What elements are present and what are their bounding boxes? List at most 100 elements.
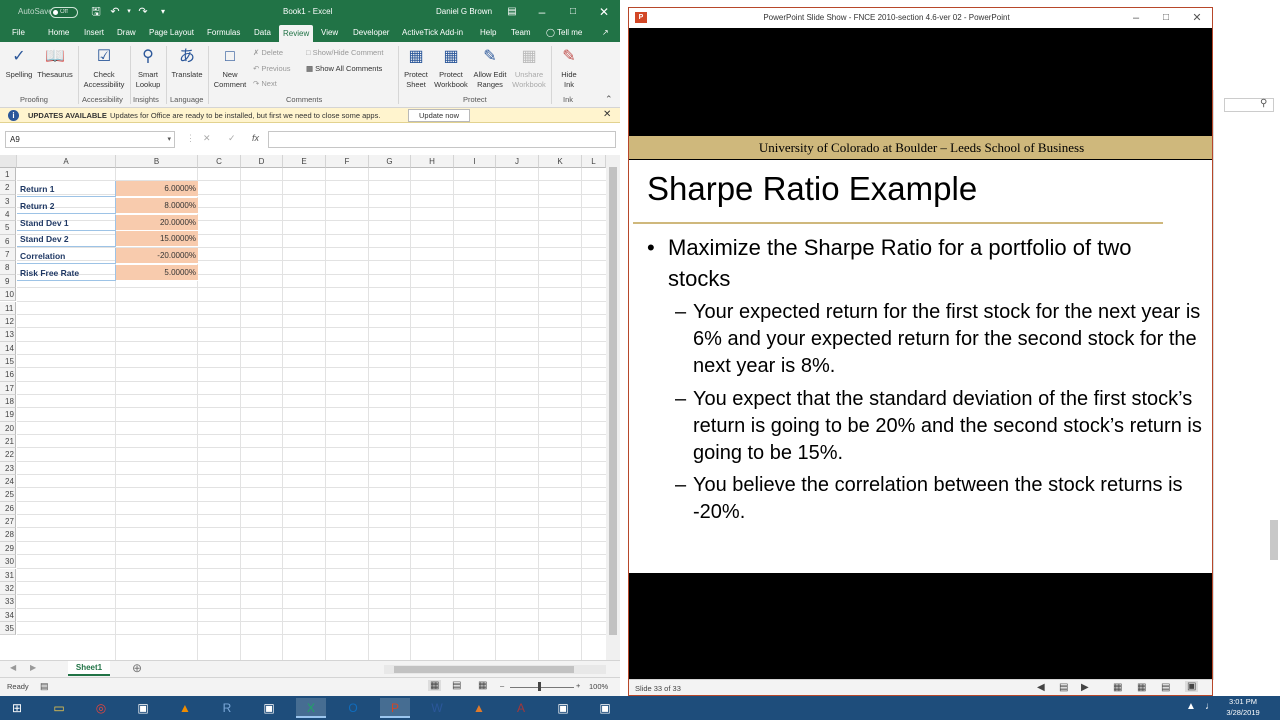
slide-show-icon[interactable]: ▣	[1185, 681, 1199, 692]
row-header[interactable]: 35	[0, 621, 16, 636]
hide-ink-button[interactable]: ✎ Hide Ink	[555, 46, 583, 90]
row-header[interactable]: 22	[0, 448, 16, 462]
column-header[interactable]: D	[241, 155, 283, 168]
row-header[interactable]: 34	[0, 608, 16, 622]
row-header[interactable]: 30	[0, 555, 16, 569]
page-break-view-icon[interactable]: ▦	[478, 680, 487, 691]
column-header[interactable]: L	[582, 155, 606, 168]
column-header[interactable]: C	[198, 155, 241, 168]
close-update-bar-icon[interactable]: ✕	[603, 109, 611, 120]
cell-value[interactable]: -20.0000%	[116, 248, 198, 264]
scroll-right-icon[interactable]: ▶	[30, 663, 36, 672]
cell-value[interactable]: 20.0000%	[116, 215, 198, 231]
cell-value[interactable]: 5.0000%	[116, 265, 198, 281]
protect-workbook-button[interactable]: ▦ Protect Workbook	[432, 46, 470, 90]
row-header[interactable]: 32	[0, 581, 16, 596]
row-header[interactable]: 20	[0, 421, 16, 435]
select-all-corner[interactable]	[0, 155, 17, 168]
protect-sheet-button[interactable]: ▦ Protect Sheet	[400, 46, 432, 90]
clock-time[interactable]: 3:01 PM	[1218, 697, 1268, 706]
row-header[interactable]: 26	[0, 501, 16, 516]
file-explorer-icon[interactable]: ▭	[44, 698, 74, 718]
horizontal-scroll-thumb[interactable]	[394, 666, 574, 673]
normal-view-icon[interactable]: ▦	[428, 680, 442, 691]
undo-icon[interactable]: ↶	[108, 5, 122, 19]
row-header[interactable]: 5	[0, 221, 16, 235]
new-sheet-icon[interactable]: ⊕	[132, 661, 142, 675]
row-header[interactable]: 3	[0, 194, 16, 209]
app-icon[interactable]: ▣	[128, 698, 158, 718]
app-icon[interactable]: ▣	[548, 698, 578, 718]
zoom-level[interactable]: 100%	[589, 682, 608, 691]
close-icon[interactable]: ✕	[1182, 8, 1212, 28]
worksheet-grid[interactable]: A B C D E F G H I J K L 1 2 3 4 5 6 7 8 9 10 11 12 1…	[0, 155, 606, 660]
tab-review[interactable]: Review	[279, 25, 313, 42]
previous-slide-icon[interactable]: ◀	[1037, 682, 1045, 693]
delete-comment-button[interactable]: ✗ Delete	[253, 48, 283, 58]
check-accessibility-button[interactable]: ☑ Check Accessibility	[80, 46, 128, 90]
redo-icon[interactable]: ↷	[136, 5, 150, 19]
ribbon-display-icon[interactable]: ▤	[497, 0, 527, 24]
matlab-icon[interactable]: ▲	[464, 698, 494, 718]
row-header[interactable]: 17	[0, 381, 16, 395]
column-header[interactable]: H	[411, 155, 454, 168]
sheet-tab[interactable]: Sheet1	[68, 661, 110, 676]
powerpoint-icon[interactable]: P	[380, 698, 410, 718]
cell-label[interactable]: Return 1	[17, 181, 116, 197]
row-header[interactable]: 13	[0, 328, 16, 342]
row-header[interactable]: 9	[0, 274, 16, 289]
normal-view-icon[interactable]: ▦	[1113, 682, 1122, 693]
thesaurus-button[interactable]: 📖 Thesaurus	[36, 46, 74, 80]
start-icon[interactable]: ⊞	[2, 698, 32, 718]
row-header[interactable]: 8	[0, 261, 16, 275]
new-comment-button[interactable]: □ New Comment	[210, 46, 250, 90]
cancel-icon[interactable]: ✕	[203, 133, 211, 144]
tab-insert[interactable]: Insert	[80, 24, 108, 42]
macro-record-icon[interactable]: ▤	[40, 681, 49, 692]
minimize-icon[interactable]: –	[1121, 8, 1151, 28]
tab-view[interactable]: View	[317, 24, 342, 42]
cell-value[interactable]: 6.0000%	[116, 181, 198, 197]
slide-menu-icon[interactable]: ▤	[1059, 682, 1068, 693]
row-header[interactable]: 15	[0, 354, 16, 369]
cell-label[interactable]: Stand Dev 1	[17, 215, 116, 231]
tell-me-search[interactable]: ◯ Tell me	[542, 24, 586, 42]
zoom-slider[interactable]	[510, 687, 574, 688]
user-name[interactable]: Daniel G Brown	[436, 0, 492, 24]
undo-dropdown-icon[interactable]: ▾	[122, 5, 136, 19]
row-header[interactable]: 19	[0, 408, 16, 422]
name-box[interactable]: A9 ▾	[5, 131, 175, 148]
insert-function-icon[interactable]: fx	[252, 133, 259, 143]
column-header[interactable]: G	[369, 155, 411, 168]
tab-data[interactable]: Data	[250, 24, 275, 42]
show-hide-comment-button[interactable]: □ Show/Hide Comment	[306, 48, 384, 58]
spelling-button[interactable]: ✓ Spelling	[3, 46, 35, 80]
cell-value[interactable]: 8.0000%	[116, 198, 198, 214]
row-header[interactable]: 16	[0, 368, 16, 382]
row-header[interactable]: 6	[0, 234, 16, 249]
access-icon[interactable]: A	[506, 698, 536, 718]
minimize-icon[interactable]: –	[527, 0, 557, 24]
outlook-icon[interactable]: O	[338, 698, 368, 718]
row-header[interactable]: 10	[0, 288, 16, 302]
maximize-icon[interactable]: □	[1151, 8, 1181, 28]
tab-developer[interactable]: Developer	[349, 24, 393, 42]
column-header[interactable]: K	[539, 155, 582, 168]
zoom-out-icon[interactable]: –	[500, 681, 504, 690]
row-header[interactable]: 4	[0, 208, 16, 222]
close-icon[interactable]: ✕	[589, 0, 619, 24]
tab-team[interactable]: Team	[507, 24, 535, 42]
previous-comment-button[interactable]: ↶ Previous	[253, 64, 291, 74]
tab-activetick[interactable]: ActiveTick Add-in	[398, 24, 467, 42]
row-header[interactable]: 12	[0, 314, 16, 329]
column-header[interactable]: I	[454, 155, 496, 168]
row-header[interactable]: 25	[0, 488, 16, 502]
next-slide-icon[interactable]: ▶	[1081, 682, 1089, 693]
maximize-icon[interactable]: □	[558, 0, 588, 24]
word-icon[interactable]: W	[422, 698, 452, 718]
vertical-scrollbar[interactable]	[606, 155, 620, 660]
show-all-comments-button[interactable]: ▦ Show All Comments	[306, 64, 382, 74]
tab-formulas[interactable]: Formulas	[203, 24, 244, 42]
update-now-button[interactable]: Update now	[408, 109, 470, 122]
translate-button[interactable]: あ Translate	[168, 46, 206, 80]
